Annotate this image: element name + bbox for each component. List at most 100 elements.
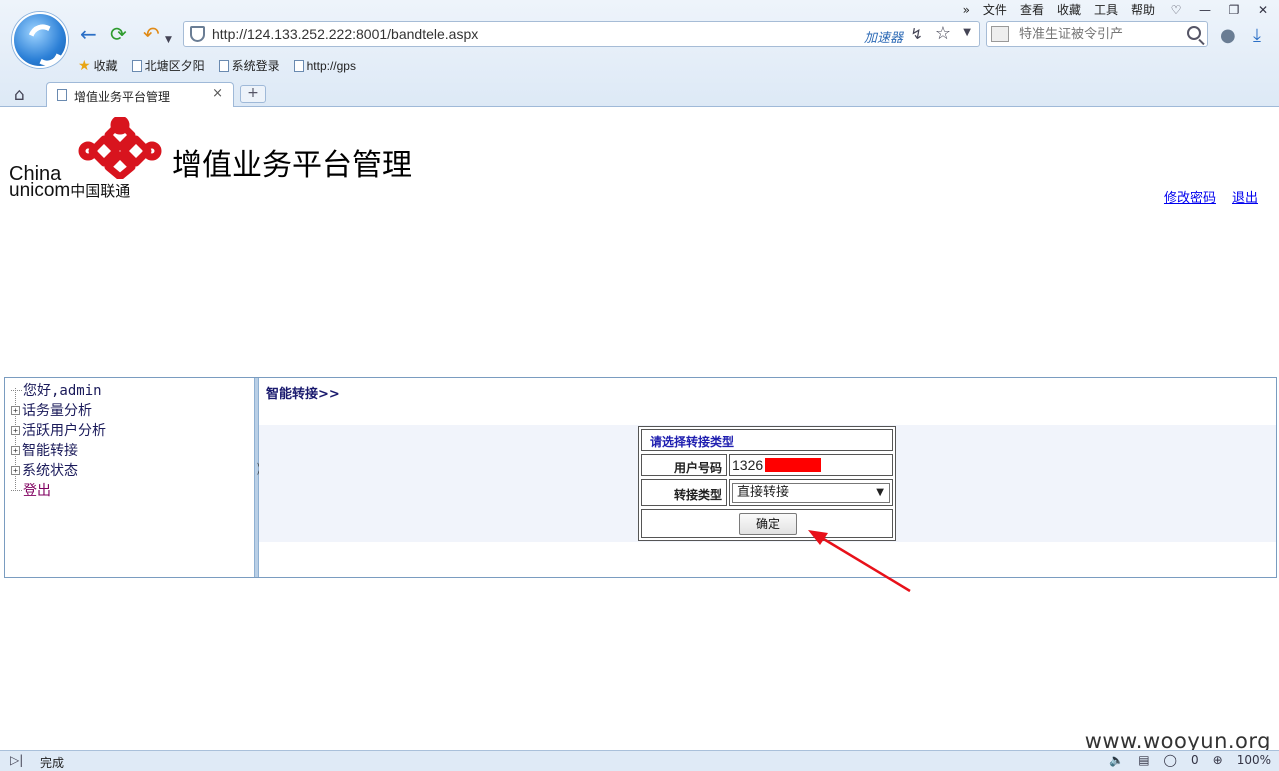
- page-icon: [131, 59, 142, 72]
- favorite-link-1[interactable]: 北塘区夕阳: [131, 57, 205, 74]
- adblock-count: 0: [1190, 753, 1199, 767]
- form-actions: 确定: [641, 509, 893, 538]
- search-box: [986, 21, 1208, 47]
- more-options-icon[interactable]: ●: [1220, 25, 1236, 46]
- tree-item-label[interactable]: 活跃用户分析: [22, 420, 106, 440]
- top-links: 修改密码 退出: [1164, 187, 1258, 206]
- undo-dropdown-icon[interactable]: ▼: [165, 30, 172, 50]
- favorites-button[interactable]: ★ 收藏: [78, 57, 118, 74]
- tree-item-label[interactable]: 话务量分析: [22, 400, 92, 420]
- confirm-button[interactable]: 确定: [739, 513, 797, 535]
- expand-icon[interactable]: +: [11, 465, 20, 475]
- menu-tools[interactable]: 工具: [1094, 1, 1118, 18]
- restore-icon[interactable]: ❐: [1226, 3, 1242, 17]
- expand-icon[interactable]: +: [11, 405, 20, 415]
- redaction-block: [765, 458, 821, 472]
- logout-link[interactable]: 退出: [1232, 187, 1258, 206]
- tab-title: 增值业务平台管理: [74, 90, 171, 104]
- tab-active[interactable]: 增值业务平台管理 ×: [46, 82, 234, 107]
- main-panel: 智能转接>> 请选择转接类型 用户号码 1326 转接类型 直接转接 ▼ 确定: [259, 378, 1276, 577]
- star-icon[interactable]: ☆: [935, 23, 951, 44]
- back-icon[interactable]: ←: [80, 24, 97, 44]
- tree-item-label[interactable]: 智能转接: [22, 440, 78, 460]
- sidebar-toggle-icon[interactable]: ▷|: [10, 753, 23, 767]
- tree-logout-label[interactable]: 登出: [23, 480, 51, 500]
- accelerator-button[interactable]: 加速器: [864, 27, 903, 46]
- user-number-label: 用户号码: [673, 461, 722, 475]
- star-favorites-icon: ★: [78, 57, 91, 74]
- download-icon[interactable]: ⤓: [1253, 25, 1261, 46]
- status-tools: 🔈 ▤ ◯ 0 ⊕ 100%: [1109, 753, 1271, 767]
- lightning-icon[interactable]: ↯: [910, 25, 923, 43]
- breadcrumb: 智能转接>>: [266, 387, 340, 402]
- favorite-label: http://gps: [306, 58, 356, 73]
- transfer-type-select[interactable]: 直接转接 ▼: [732, 483, 890, 503]
- toolbox-icon[interactable]: ▤: [1138, 753, 1149, 767]
- unicom-logo: China unicom中国联通: [8, 117, 162, 202]
- page-icon: [293, 59, 304, 72]
- favorite-label: 系统登录: [231, 59, 280, 73]
- menu-file[interactable]: 文件: [983, 1, 1007, 18]
- browser-logo-icon[interactable]: [12, 12, 68, 68]
- page-title: 增值业务平台管理: [172, 148, 412, 183]
- address-bar[interactable]: http://124.133.252.222:8001/bandtele.asp…: [183, 21, 980, 47]
- brand-unicom: unicom中国联通: [9, 180, 130, 202]
- chevron-down-icon[interactable]: ▼: [876, 484, 884, 502]
- transfer-type-label-cell: 转接类型: [641, 479, 727, 506]
- menu-bar: » 文件 查看 收藏 工具 帮助 ♡ — ❐ ✕: [963, 1, 1271, 18]
- brand-unicom-latin: unicom: [9, 180, 71, 201]
- transfer-form: 请选择转接类型 用户号码 1326 转接类型 直接转接 ▼ 确定: [638, 426, 896, 541]
- tab-close-icon[interactable]: ×: [212, 86, 223, 101]
- form-title: 请选择转接类型: [650, 435, 735, 449]
- content-frame: 您好,admin +话务量分析 +活跃用户分析 +智能转接 +系统状态 登出 >…: [4, 377, 1277, 578]
- adblock-icon[interactable]: ◯: [1164, 753, 1177, 767]
- zoom-level[interactable]: 100%: [1237, 753, 1271, 767]
- tree-connector: [11, 489, 22, 491]
- favorites-bar: ★ 收藏 北塘区夕阳 系统登录 http://gps: [78, 57, 356, 74]
- volume-icon[interactable]: 🔈: [1109, 753, 1124, 767]
- menu-favorites[interactable]: 收藏: [1057, 1, 1081, 18]
- security-shield-icon: [190, 26, 205, 42]
- browser-chrome: » 文件 查看 收藏 工具 帮助 ♡ — ❐ ✕ ← ⟳ ↶ ▼ http://…: [0, 0, 1279, 107]
- tree-connector: [11, 389, 22, 391]
- home-icon[interactable]: ⌂: [14, 85, 25, 105]
- zoom-icon[interactable]: ⊕: [1213, 753, 1223, 767]
- form-header: 请选择转接类型: [641, 429, 893, 451]
- tree-item-traffic-analysis[interactable]: + 话务量分析: [11, 400, 92, 420]
- greeting-text: 您好,admin: [23, 383, 102, 399]
- status-bar: ▷| 完成 🔈 ▤ ◯ 0 ⊕ 100%: [0, 750, 1279, 771]
- tree-item-smart-transfer[interactable]: + 智能转接: [11, 440, 78, 460]
- skin-icon[interactable]: ♡: [1168, 3, 1184, 17]
- expand-icon[interactable]: +: [11, 425, 20, 435]
- undo-icon[interactable]: ↶: [143, 24, 160, 44]
- menu-help[interactable]: 帮助: [1131, 1, 1155, 18]
- refresh-icon[interactable]: ⟳: [110, 24, 127, 44]
- status-text: 完成: [40, 756, 65, 770]
- user-number-label-cell: 用户号码: [641, 454, 727, 476]
- image-search-icon[interactable]: [991, 26, 1009, 42]
- user-number-field[interactable]: 1326: [729, 454, 893, 476]
- menu-more-icon[interactable]: »: [963, 3, 970, 17]
- expand-icon[interactable]: +: [11, 445, 20, 455]
- user-number-value[interactable]: 1326: [732, 457, 763, 473]
- favorite-link-3[interactable]: http://gps: [293, 58, 356, 73]
- page-icon: [57, 89, 67, 101]
- tree-item-system-status[interactable]: + 系统状态: [11, 460, 78, 480]
- menu-view[interactable]: 查看: [1020, 1, 1044, 18]
- search-icon[interactable]: [1187, 26, 1201, 40]
- favorite-link-2[interactable]: 系统登录: [218, 57, 280, 74]
- tree-greeting: 您好,admin: [11, 380, 102, 400]
- tree-item-logout[interactable]: 登出: [11, 480, 51, 500]
- change-password-link[interactable]: 修改密码: [1164, 187, 1216, 206]
- new-tab-button[interactable]: +: [240, 85, 266, 103]
- tree-item-label[interactable]: 系统状态: [22, 460, 78, 480]
- address-dropdown-icon[interactable]: ▼: [963, 27, 971, 38]
- transfer-type-label: 转接类型: [673, 488, 722, 502]
- close-window-icon[interactable]: ✕: [1255, 3, 1271, 17]
- minimize-icon[interactable]: —: [1197, 3, 1213, 17]
- tab-strip: ⌂ 增值业务平台管理 × +: [0, 82, 1279, 107]
- tree-item-active-users[interactable]: + 活跃用户分析: [11, 420, 106, 440]
- address-url[interactable]: http://124.133.252.222:8001/bandtele.asp…: [212, 26, 478, 42]
- search-input[interactable]: [1019, 25, 1179, 43]
- favorites-label: 收藏: [93, 59, 118, 73]
